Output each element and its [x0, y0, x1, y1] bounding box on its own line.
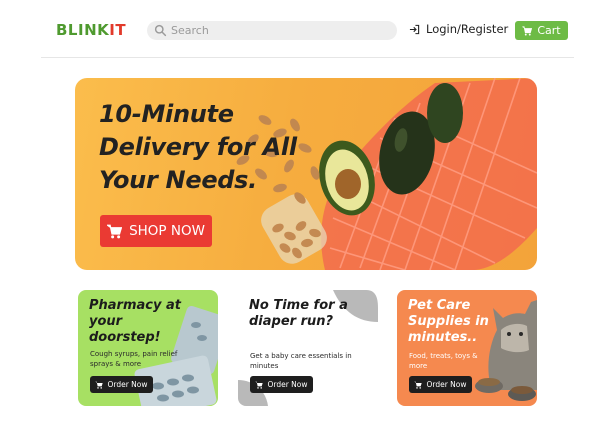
pet-care-promo-card[interactable]: Pet Care Supplies in minutes.. Food, tre… — [397, 290, 537, 406]
cart-icon — [95, 381, 104, 389]
order-now-label: Order Now — [267, 380, 308, 389]
cart-label: Cart — [537, 24, 561, 37]
hero-headline-line-2: Delivery for All — [99, 133, 297, 161]
order-now-label: Order Now — [426, 380, 467, 389]
pet-care-order-now-button[interactable]: Order Now — [409, 376, 472, 393]
search-input[interactable] — [171, 22, 386, 39]
hero-headline: 10-Minute Delivery for All Your Needs. — [99, 98, 329, 197]
pharmacy-card-title: Pharmacy at your doorstep! — [89, 298, 181, 345]
hero-headline-line-1: 10-Minute — [99, 100, 234, 128]
logo-text-red: IT — [109, 21, 127, 39]
order-now-label: Order Now — [107, 380, 148, 389]
pharmacy-promo-card[interactable]: Pharmacy at your doorstep! Cough syrups,… — [78, 290, 218, 406]
pharmacy-order-now-button[interactable]: Order Now — [90, 376, 153, 393]
pet-care-card-description: Food, treats, toys & more — [409, 352, 478, 370]
top-navbar: BLINKIT Login/Register Cart — [0, 0, 610, 58]
pet-care-card-title: Pet Care Supplies in minutes.. — [408, 298, 489, 345]
search-icon — [154, 24, 167, 37]
cart-button[interactable]: Cart — [515, 21, 568, 40]
login-register-link[interactable]: Login/Register — [409, 22, 508, 36]
shop-now-button[interactable]: SHOP NOW — [100, 215, 212, 247]
baby-care-card-description: Get a baby care essentials in minutes — [250, 352, 352, 370]
baby-care-card-title: No Time for a diaper run? — [249, 298, 348, 329]
cart-icon — [255, 381, 264, 389]
pharmacy-card-description: Cough syrups, pain relief sprays & more — [90, 350, 178, 368]
baby-care-promo-card[interactable]: No Time for a diaper run? Get a baby car… — [238, 290, 378, 406]
cart-icon — [522, 25, 533, 35]
brand-logo[interactable]: BLINKIT — [56, 21, 126, 39]
cart-icon — [107, 224, 123, 238]
search-bar[interactable] — [147, 21, 397, 40]
baby-care-order-now-button[interactable]: Order Now — [250, 376, 313, 393]
login-arrow-icon — [409, 24, 420, 34]
hero-banner: 10-Minute Delivery for All Your Needs. S… — [75, 78, 537, 270]
login-register-label: Login/Register — [426, 22, 509, 36]
cart-icon — [414, 381, 423, 389]
logo-text-green: BLINK — [56, 21, 110, 39]
shop-now-label: SHOP NOW — [129, 223, 205, 239]
header-divider — [41, 57, 574, 58]
hero-headline-line-3: Your Needs. — [99, 166, 257, 194]
